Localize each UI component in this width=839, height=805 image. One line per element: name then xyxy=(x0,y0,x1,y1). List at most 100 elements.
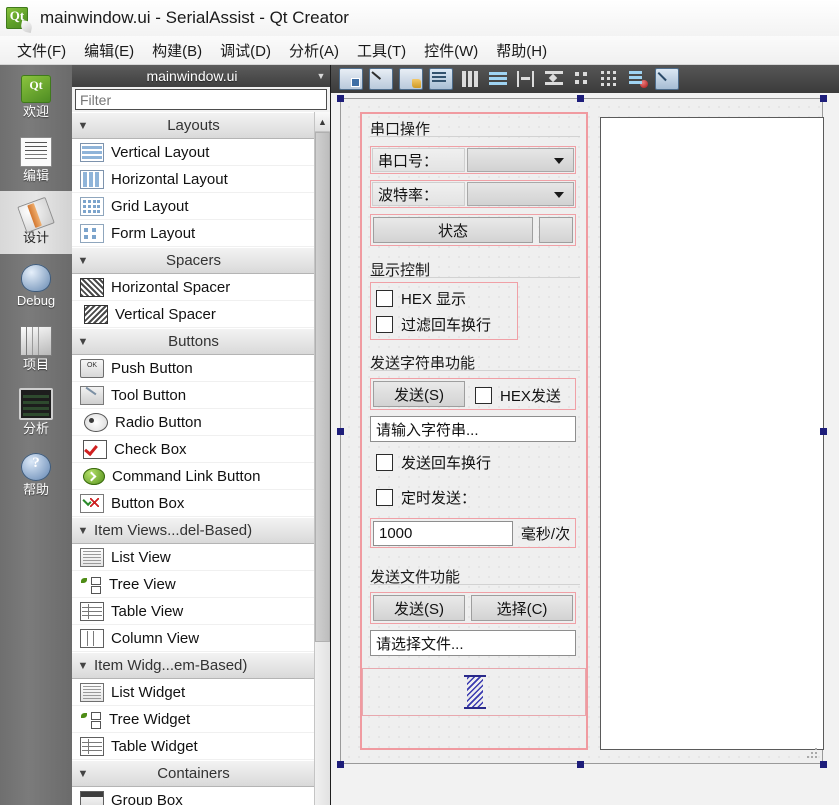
widget-item-list-view[interactable]: List View xyxy=(72,544,315,571)
file-path-input[interactable]: 请选择文件... xyxy=(370,630,576,656)
splitter-horizontal-icon[interactable] xyxy=(515,69,537,89)
buddies-icon[interactable] xyxy=(399,68,423,90)
display-checks-layout[interactable]: HEX 显示 过滤回车换行 xyxy=(370,282,518,340)
selection-handle-middle-right[interactable] xyxy=(820,428,827,435)
open-document-tab[interactable]: mainwindow.ui xyxy=(72,68,312,84)
group-containers[interactable]: ▼ Containers xyxy=(72,760,315,787)
scroll-up-icon[interactable]: ▲ xyxy=(315,112,330,132)
splitter-vertical-icon[interactable] xyxy=(543,69,565,89)
port-row-layout[interactable]: 串口号： xyxy=(370,146,576,174)
mode-welcome[interactable]: 欢迎 xyxy=(0,65,72,128)
interval-input[interactable]: 1000 xyxy=(373,521,513,546)
send-file-row-layout[interactable]: 发送(S) 选择(C) xyxy=(370,592,576,624)
filter-input[interactable] xyxy=(75,89,327,110)
widget-item-horizontal-layout[interactable]: Horizontal Layout xyxy=(72,166,315,193)
filter-crlf-checkbox[interactable]: 过滤回车换行 xyxy=(376,314,491,335)
widget-item-label: Tree Widget xyxy=(109,710,191,728)
signals-slots-icon[interactable] xyxy=(369,68,393,90)
tab-order-icon[interactable] xyxy=(429,68,453,90)
designer-canvas[interactable]: 串口操作 串口号： 波特率： 状态 显示控制 HEX 显示 过滤回车换行 发送字… xyxy=(331,93,839,805)
timed-send-checkbox[interactable]: 定时发送： xyxy=(376,487,476,508)
menu-file[interactable]: 文件(F) xyxy=(8,38,75,63)
group-item-views[interactable]: ▼ Item Views...del-Based) xyxy=(72,517,315,544)
mode-analyze[interactable]: 分析 xyxy=(0,380,72,443)
grid-layout-icon[interactable] xyxy=(599,69,621,89)
form-layout-icon[interactable] xyxy=(571,69,593,89)
widget-item-button-box[interactable]: Button Box xyxy=(72,490,315,517)
vertical-spacer-icon xyxy=(84,304,108,324)
send-string-button[interactable]: 发送(S) xyxy=(373,381,465,407)
widget-item-horizontal-spacer[interactable]: Horizontal Spacer xyxy=(72,274,315,301)
group-box-icon xyxy=(80,790,104,805)
widget-item-table-view[interactable]: Table View xyxy=(72,598,315,625)
widget-item-grid-layout[interactable]: Grid Layout xyxy=(72,193,315,220)
mode-help[interactable]: 帮助 xyxy=(0,443,72,506)
baud-combobox[interactable] xyxy=(467,182,574,206)
widget-item-command-link-button[interactable]: Command Link Button xyxy=(72,463,315,490)
group-layouts[interactable]: ▼ Layouts xyxy=(72,112,315,139)
mode-projects[interactable]: 项目 xyxy=(0,317,72,380)
send-crlf-checkbox[interactable]: 发送回车换行 xyxy=(376,452,491,473)
selection-handle-bottom-right[interactable] xyxy=(820,761,827,768)
menu-analyze[interactable]: 分析(A) xyxy=(280,38,348,63)
hex-display-checkbox[interactable]: HEX 显示 xyxy=(376,288,466,309)
chevron-down-icon[interactable]: ▼ xyxy=(312,65,330,87)
status-button[interactable]: 状态 xyxy=(373,217,533,243)
widget-item-column-view[interactable]: Column View xyxy=(72,625,315,652)
port-combobox[interactable] xyxy=(467,148,574,172)
mode-edit[interactable]: 编辑 xyxy=(0,128,72,191)
selection-handle-top-right[interactable] xyxy=(820,95,827,102)
adjust-size-icon[interactable] xyxy=(655,68,679,90)
menu-edit[interactable]: 编辑(E) xyxy=(75,38,143,63)
bottom-spacer-area[interactable] xyxy=(362,668,586,716)
scrollbar-thumb[interactable] xyxy=(315,132,330,642)
widget-item-tree-widget[interactable]: Tree Widget xyxy=(72,706,315,733)
selection-handle-middle-left[interactable] xyxy=(337,428,344,435)
group-item-widgets[interactable]: ▼ Item Widg...em-Based) xyxy=(72,652,315,679)
widget-item-tool-button[interactable]: Tool Button xyxy=(72,382,315,409)
widget-item-list-widget[interactable]: List Widget xyxy=(72,679,315,706)
baud-row-layout[interactable]: 波特率： xyxy=(370,180,576,208)
receive-text-area[interactable] xyxy=(600,117,824,750)
menu-tools[interactable]: 工具(T) xyxy=(348,38,415,63)
design-pen-icon xyxy=(17,196,55,234)
group-buttons[interactable]: ▼ Buttons xyxy=(72,328,315,355)
interval-row-layout[interactable]: 1000 毫秒/次 xyxy=(370,518,576,548)
widget-item-push-button[interactable]: Push Button xyxy=(72,355,315,382)
send-string-input[interactable]: 请输入字符串... xyxy=(370,416,576,442)
edit-widgets-icon[interactable] xyxy=(339,68,363,90)
status-row-layout[interactable]: 状态 xyxy=(370,214,576,246)
form-size-grip[interactable] xyxy=(806,747,819,760)
mode-debug[interactable]: Debug xyxy=(0,254,72,317)
layout-horizontal-icon[interactable] xyxy=(459,69,481,89)
menu-debug[interactable]: 调试(D) xyxy=(211,38,280,63)
selection-handle-bottom-left[interactable] xyxy=(337,761,344,768)
selection-handle-top-left[interactable] xyxy=(337,95,344,102)
group-spacers-label: Spacers xyxy=(165,252,222,269)
widget-item-form-layout[interactable]: Form Layout xyxy=(72,220,315,247)
menu-widgets[interactable]: 控件(W) xyxy=(415,38,487,63)
break-layout-icon[interactable] xyxy=(627,69,649,89)
group-spacers[interactable]: ▼ Spacers xyxy=(72,247,315,274)
choose-file-button[interactable]: 选择(C) xyxy=(471,595,573,621)
form-window[interactable]: 串口操作 串口号： 波特率： 状态 显示控制 HEX 显示 过滤回车换行 发送字… xyxy=(340,98,824,764)
menu-help[interactable]: 帮助(H) xyxy=(487,38,556,63)
mode-design[interactable]: 设计 xyxy=(0,191,72,254)
widget-item-group-box[interactable]: Group Box xyxy=(72,787,315,805)
selection-handle-bottom-center[interactable] xyxy=(577,761,584,768)
menu-build[interactable]: 构建(B) xyxy=(143,38,211,63)
widget-item-vertical-layout[interactable]: Vertical Layout xyxy=(72,139,315,166)
status-indicator-button[interactable] xyxy=(539,217,573,243)
send-string-row-layout[interactable]: 发送(S) HEX发送 xyxy=(370,378,576,410)
selection-handle-top-center[interactable] xyxy=(577,95,584,102)
widget-item-radio-button[interactable]: Radio Button xyxy=(72,409,315,436)
layout-vertical-icon[interactable] xyxy=(487,69,509,89)
send-file-button[interactable]: 发送(S) xyxy=(373,595,465,621)
widget-item-tree-view[interactable]: Tree View xyxy=(72,571,315,598)
widget-item-check-box[interactable]: Check Box xyxy=(72,436,315,463)
left-column-layout[interactable]: 串口操作 串口号： 波特率： 状态 显示控制 HEX 显示 过滤回车换行 发送字… xyxy=(360,112,588,750)
widget-item-table-widget[interactable]: Table Widget xyxy=(72,733,315,760)
widget-box-scrollbar[interactable]: ▲ xyxy=(314,112,330,805)
hex-send-checkbox[interactable]: HEX发送 xyxy=(475,385,561,406)
widget-item-vertical-spacer[interactable]: Vertical Spacer xyxy=(72,301,315,328)
